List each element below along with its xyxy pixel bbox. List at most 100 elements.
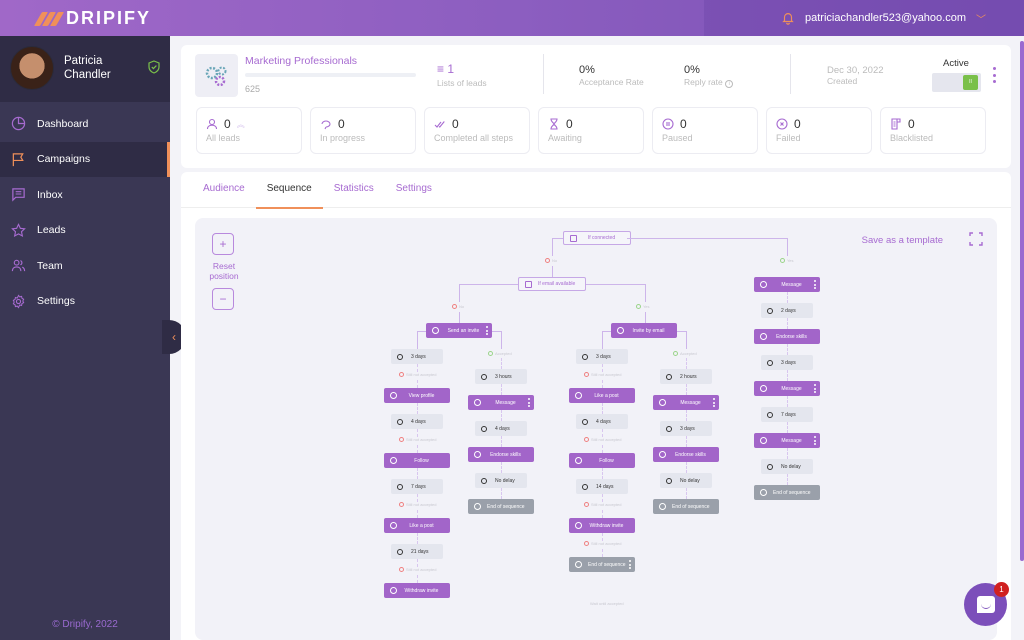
node-menu-icon[interactable]	[713, 398, 715, 407]
stat-completed[interactable]: 0 Completed all steps	[424, 107, 530, 154]
action-node[interactable]: Endorse skills	[653, 447, 719, 462]
delay-node[interactable]: 4 days	[576, 414, 628, 429]
page-scrollbar[interactable]	[1018, 36, 1024, 640]
connector-line	[417, 575, 418, 583]
tab-sequence[interactable]: Sequence	[255, 172, 323, 209]
action-node[interactable]: Withdraw invite	[569, 518, 635, 533]
delay-node[interactable]: 3 days	[576, 349, 628, 364]
bell-icon[interactable]	[781, 11, 795, 25]
delay-node[interactable]: 3 days	[660, 421, 712, 436]
connector-line	[602, 494, 603, 502]
action-node[interactable]: Like a post	[569, 388, 635, 403]
delay-node[interactable]: 2 days	[761, 303, 813, 318]
end-of-sequence-node[interactable]: End of sequence	[754, 485, 820, 500]
action-node[interactable]: Message	[754, 381, 820, 396]
end-of-sequence-node[interactable]: End of sequence	[468, 499, 534, 514]
branch-no-label: Still not accepted	[584, 541, 621, 546]
connector-line	[602, 403, 603, 414]
delay-node[interactable]: 7 days	[391, 479, 443, 494]
node-menu-icon[interactable]	[814, 436, 816, 445]
more-options-icon[interactable]	[991, 67, 997, 83]
delay-node[interactable]: No delay	[660, 473, 712, 488]
star-icon	[11, 222, 26, 237]
action-node[interactable]: Like a post	[384, 518, 450, 533]
delay-node[interactable]: 7 days	[761, 407, 813, 422]
stat-value: 0	[566, 117, 573, 131]
campaign-name[interactable]: Marketing Professionals	[245, 55, 357, 67]
step-icon	[760, 385, 767, 392]
zoom-out-button[interactable]: −	[212, 288, 234, 310]
branch-label-text: Still not accepted	[591, 502, 622, 507]
node-menu-icon[interactable]	[629, 560, 631, 569]
action-node[interactable]: Send an invite	[426, 323, 492, 338]
stat-awaiting[interactable]: 0 Awaiting	[538, 107, 644, 154]
step-icon	[390, 392, 397, 399]
chat-icon	[976, 596, 995, 613]
user-email[interactable]: patriciachandler523@yahoo.com	[805, 12, 966, 24]
avatar[interactable]	[10, 46, 54, 90]
delay-node[interactable]: 3 hours	[475, 369, 527, 384]
chevron-down-icon[interactable]: ﹀	[976, 11, 986, 26]
active-toggle[interactable]: II	[932, 73, 981, 92]
dripify-logo[interactable]: DRIPIFY	[33, 8, 151, 29]
action-node[interactable]: Message	[468, 395, 534, 410]
action-node[interactable]: Invite by email	[611, 323, 677, 338]
sidebar-item-settings[interactable]: Settings	[0, 284, 170, 320]
delay-node[interactable]: 4 days	[391, 414, 443, 429]
node-menu-icon[interactable]	[528, 398, 530, 407]
scrollbar-thumb[interactable]	[1020, 41, 1024, 561]
node-label: View profile	[408, 392, 435, 399]
delay-node[interactable]: No delay	[475, 473, 527, 488]
fullscreen-icon[interactable]	[969, 232, 983, 246]
action-node[interactable]: Follow	[569, 453, 635, 468]
action-node[interactable]: Message	[653, 395, 719, 410]
stat-failed[interactable]: 0 Failed	[766, 107, 872, 154]
condition-node[interactable]: If email available	[518, 277, 586, 291]
delay-node[interactable]: 3 days	[391, 349, 443, 364]
zoom-in-button[interactable]: +	[212, 233, 234, 255]
action-node[interactable]: Endorse skills	[468, 447, 534, 462]
delay-node[interactable]: 3 days	[761, 355, 813, 370]
condition-node[interactable]: If connected	[563, 231, 631, 245]
sidebar-item-dashboard[interactable]: Dashboard	[0, 106, 170, 142]
action-node[interactable]: Follow	[384, 453, 450, 468]
action-node[interactable]: Message	[754, 433, 820, 448]
action-node[interactable]: Endorse skills	[754, 329, 820, 344]
user-menu[interactable]: patriciachandler523@yahoo.com ﹀	[704, 0, 1024, 36]
branch-label-text: Still not accepted	[591, 541, 622, 546]
reset-position-button[interactable]: Reset position	[199, 261, 249, 281]
connector-line	[686, 488, 687, 499]
stat-in-progress[interactable]: 0 In progress	[310, 107, 416, 154]
delay-node[interactable]: No delay	[761, 459, 813, 474]
sidebar-item-inbox[interactable]: Inbox	[0, 177, 170, 213]
tab-audience[interactable]: Audience	[192, 172, 256, 208]
tab-settings[interactable]: Settings	[385, 172, 443, 208]
info-icon[interactable]: i	[725, 80, 734, 88]
user-profile[interactable]: Patricia Chandler	[0, 36, 170, 102]
end-of-sequence-node[interactable]: End of sequence	[569, 557, 635, 572]
action-node[interactable]: Withdraw invite	[384, 583, 450, 598]
action-node[interactable]: Message	[754, 277, 820, 292]
lists-of-leads[interactable]: ≡ 1 Lists of leads	[437, 62, 487, 88]
stat-all-leads[interactable]: 0 ︽ All leads	[196, 107, 302, 154]
action-node[interactable]: View profile	[384, 388, 450, 403]
delay-node[interactable]: 2 hours	[660, 369, 712, 384]
connector-line	[645, 284, 646, 302]
node-menu-icon[interactable]	[814, 384, 816, 393]
stat-paused[interactable]: 0 Paused	[652, 107, 758, 154]
sidebar-item-leads[interactable]: Leads	[0, 213, 170, 249]
delay-node[interactable]: 4 days	[475, 421, 527, 436]
stat-blacklisted[interactable]: 0 Blacklisted	[880, 107, 986, 154]
pause-icon: II	[963, 75, 978, 90]
pause-icon	[662, 118, 674, 130]
sidebar-item-team[interactable]: Team	[0, 248, 170, 284]
node-menu-icon[interactable]	[814, 280, 816, 289]
delay-node[interactable]: 21 days	[391, 544, 443, 559]
sequence-canvas[interactable]: + Reset position − Save as a template If…	[195, 218, 997, 640]
end-of-sequence-node[interactable]: End of sequence	[653, 499, 719, 514]
node-menu-icon[interactable]	[486, 326, 488, 335]
sidebar-item-campaigns[interactable]: Campaigns	[0, 141, 170, 177]
tab-statistics[interactable]: Statistics	[323, 172, 385, 208]
delay-node[interactable]: 14 days	[576, 479, 628, 494]
save-as-template-button[interactable]: Save as a template	[862, 235, 943, 246]
